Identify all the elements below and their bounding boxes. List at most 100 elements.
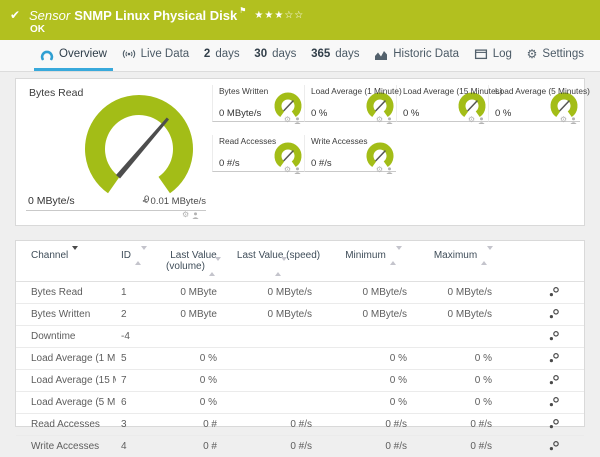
tab-label: Settings	[542, 48, 584, 60]
column-header-last-value-speed[interactable]: Last Value (speed)	[231, 241, 326, 283]
main-gauge-bytes-read: Bytes Read 0 MByte/s 0 < 0.01 MByte/s ⚙	[16, 79, 212, 225]
sensor-header: ✔ Sensor SNMP Linux Physical Disk ⚑ ★★★☆☆ O…	[0, 0, 600, 40]
minimum-value: 0 %	[326, 391, 421, 414]
last-value-volume	[156, 325, 231, 348]
gauge-current-value: 0 %	[311, 108, 328, 119]
column-header-minimum[interactable]: Minimum	[326, 241, 421, 283]
channel-id: 3	[116, 413, 156, 436]
channel-name: Load Average (1 Min...	[16, 347, 116, 370]
last-value-volume: 0 #	[156, 435, 231, 457]
flag-icon[interactable]: ⚑	[239, 6, 246, 15]
channel-name: Load Average (15 Mi...	[16, 369, 116, 392]
channel-gear-icon[interactable]: ⚙	[284, 166, 291, 174]
mini-gauge-load-average-1-minute: Load Average (1 Minute) 0 % ⚙	[304, 85, 402, 124]
table-row: Bytes Written 2 0 MByte 0 MByte/s 0 MByt…	[16, 303, 584, 326]
channel-settings-icon[interactable]	[548, 374, 560, 386]
edit-cell	[506, 347, 584, 370]
edit-cell	[506, 369, 584, 392]
table-row: Read Accesses 3 0 # 0 #/s 0 #/s 0 #/s	[16, 413, 584, 436]
column-header-last-value-volume[interactable]: Last Value (volume)	[156, 241, 231, 283]
tab-365-days[interactable]: 365 days	[305, 40, 365, 71]
last-value-volume: 0 %	[156, 369, 231, 392]
tab-historic-data[interactable]: Historic Data	[368, 40, 465, 71]
sort-icon	[274, 257, 287, 276]
tab-overview[interactable]: Overview	[34, 40, 113, 71]
column-header-id[interactable]: ID	[116, 241, 156, 283]
chart-icon	[375, 50, 388, 60]
channel-settings-icon[interactable]	[548, 308, 560, 320]
column-header-channel[interactable]: Channel	[16, 241, 116, 283]
signal-icon	[122, 49, 135, 59]
sort-icon	[389, 246, 402, 265]
tab-30-days[interactable]: 30 days	[248, 40, 302, 71]
channel-id: 1	[121, 286, 127, 298]
tab-number: 365	[311, 48, 331, 60]
channel-table-body: Bytes Read 1 0 MByte 0 MByte/s 0 MByte/s…	[16, 282, 584, 457]
status-badge: OK	[30, 24, 45, 35]
channel-gear-icon[interactable]: ⚙	[468, 116, 475, 124]
person-icon[interactable]	[294, 116, 301, 124]
window-icon	[474, 49, 487, 60]
minimum-value: 0 MByte/s	[326, 303, 421, 326]
tab-label: Historic Data	[393, 48, 460, 60]
channel-name: Write Accesses	[16, 435, 116, 457]
gauge-label: Load Average (15 Minutes)	[403, 86, 503, 96]
channel-settings-icon[interactable]	[548, 330, 560, 342]
gauge-dial	[85, 95, 193, 194]
channel-name: Bytes Read	[31, 286, 83, 298]
last-value-volume: 0 MByte	[180, 286, 217, 298]
gauge-label: Write Accesses	[311, 136, 368, 146]
gauge-icon	[40, 50, 54, 60]
maximum-value: 0 %	[421, 347, 506, 370]
mini-gauge-load-average-15-minutes: Load Average (15 Minutes) 0 % ⚙	[396, 85, 502, 124]
person-icon[interactable]	[386, 116, 393, 124]
last-value-volume: 0 %	[156, 391, 231, 414]
channel-gear-icon[interactable]: ⚙	[376, 166, 383, 174]
table-row: Load Average (5 Min... 6 0 % 0 % 0 %	[16, 391, 584, 414]
channel-settings-icon[interactable]	[548, 352, 560, 364]
tab-live-data[interactable]: Live Data	[116, 40, 196, 71]
divider	[26, 210, 206, 211]
table-row: Write Accesses 4 0 # 0 #/s 0 #/s 0 #/s	[16, 435, 584, 457]
mini-gauge-write-accesses: Write Accesses 0 #/s ⚙	[304, 135, 396, 174]
tab-settings[interactable]: ⚙ Settings	[521, 40, 590, 71]
edit-cell	[506, 325, 584, 348]
tab-log[interactable]: Log	[468, 40, 518, 71]
last-value-volume: 0 MByte	[156, 303, 231, 326]
channel-settings-icon[interactable]	[548, 440, 560, 452]
edit-cell	[506, 413, 584, 436]
column-header-maximum[interactable]: Maximum	[421, 241, 506, 283]
maximum-value: 0 %	[421, 369, 506, 392]
channel-id: 7	[116, 369, 156, 392]
tab-label: Overview	[59, 48, 107, 60]
gauge-label: Load Average (5 Minutes)	[495, 86, 590, 96]
channel-gear-icon[interactable]: ⚙	[284, 116, 291, 124]
gauge-label: Bytes Read	[29, 87, 84, 99]
tab-2-days[interactable]: 2 days	[198, 40, 246, 71]
channel-settings-icon[interactable]	[548, 286, 560, 298]
person-icon[interactable]	[570, 116, 577, 124]
sort-icon	[135, 246, 147, 265]
minimum-value: 0 MByte/s	[362, 286, 407, 298]
channel-gear-icon[interactable]: ⚙	[376, 116, 383, 124]
minimum-value: 0 #/s	[326, 413, 421, 436]
tab-label: Log	[492, 48, 512, 60]
person-icon[interactable]	[386, 166, 393, 174]
channel-settings-icon[interactable]	[548, 396, 560, 408]
channel-gear-icon[interactable]: ⚙	[182, 211, 189, 219]
gauge-current-value: 0 MByte/s	[219, 108, 262, 119]
person-icon[interactable]	[294, 166, 301, 174]
maximum-value	[421, 325, 506, 348]
maximum-value: 0 #/s	[421, 413, 506, 436]
channel-gear-icon[interactable]: ⚙	[560, 116, 567, 124]
mini-gauge-bytes-written: Bytes Written 0 MByte/s ⚙	[212, 85, 304, 124]
last-value-speed: 0 MByte/s	[267, 286, 312, 298]
person-icon[interactable]	[478, 116, 485, 124]
channel-table-panel: Channel ID Last Value (volume) Last Valu…	[15, 240, 585, 457]
sort-desc-icon	[72, 246, 79, 261]
priority-stars[interactable]: ★★★☆☆	[254, 10, 304, 21]
channel-id: 5	[116, 347, 156, 370]
person-icon[interactable]	[192, 211, 199, 219]
gauge-current-value: 0 MByte/s	[28, 195, 75, 207]
channel-settings-icon[interactable]	[548, 418, 560, 430]
